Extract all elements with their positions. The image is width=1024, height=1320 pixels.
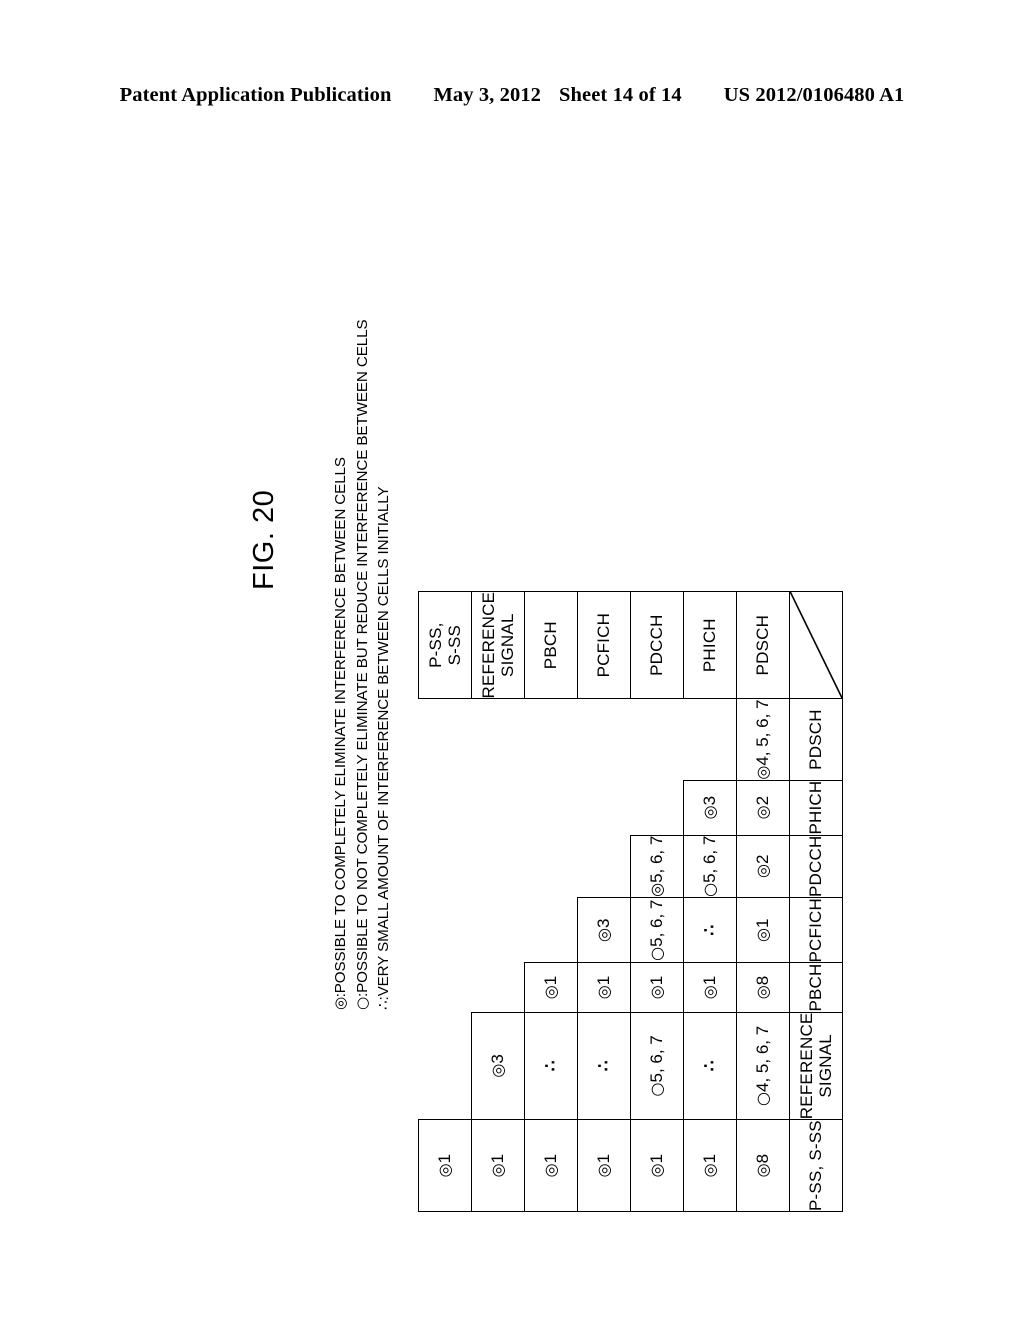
interference-matrix-table: ◎1 P-SS, S-SS ◎1 ◎3 REFERENCE SIGNAL ◎1 ∴ ◎1 PBCH ◎… [418, 591, 843, 1212]
matrix-cell: ◎1 [630, 1119, 684, 1212]
table-row: ◎1 P-SS, S-SS [418, 591, 472, 1212]
matrix-cell-empty [631, 699, 684, 780]
legend-text: VERY SMALL AMOUNT OF INTERFERENCE BETWEE… [375, 486, 392, 997]
matrix-cell: ◎3 [577, 897, 631, 963]
matrix-cell-empty [525, 699, 578, 780]
matrix-cell: ◎8 [736, 962, 790, 1013]
publication-date: May 3, 2012 [433, 84, 542, 106]
matrix-cell-empty [631, 780, 684, 835]
matrix-cell-empty [578, 780, 631, 835]
table-row: ◎1 ◎3 REFERENCE SIGNAL [471, 591, 525, 1212]
table-corner-cell [789, 591, 843, 699]
legend-separator: : [332, 993, 349, 998]
matrix-cell: ○4, 5, 6, 7 [736, 1012, 790, 1120]
column-header-p-ss-s-ss: P-SS, S-SS [789, 1119, 843, 1212]
row-header-pdcch: PDCCH [630, 591, 684, 699]
matrix-grid: ◎1 P-SS, S-SS ◎1 ◎3 REFERENCE SIGNAL ◎1 ∴ ◎1 PBCH ◎… [418, 591, 843, 1212]
matrix-cell: ◎3 [683, 780, 737, 836]
legend-separator: : [375, 996, 392, 1001]
legend-separator: : [353, 992, 371, 997]
matrix-cell-empty [419, 963, 472, 1012]
column-header-pbch: PBCH [789, 962, 843, 1013]
matrix-cell-empty [472, 699, 525, 780]
matrix-cell-empty [472, 780, 525, 835]
matrix-cell: ◎1 [577, 1119, 631, 1212]
matrix-cell: ◎1 [524, 1119, 578, 1212]
legend-text: POSSIBLE TO COMPLETELY ELIMINATE INTERFE… [332, 457, 349, 994]
legend-item: ∴:VERY SMALL AMOUNT OF INTERFERENCE BETW… [373, 319, 395, 1010]
matrix-cell: ◎1 [683, 962, 737, 1013]
publication-label: Patent Application Publication [119, 84, 392, 106]
matrix-cell-empty [578, 699, 631, 780]
column-header-pcfich: PCFICH [789, 897, 843, 963]
matrix-cell: ∴ [524, 1012, 578, 1120]
matrix-cell-empty [419, 898, 472, 963]
matrix-cell: ◎1 [736, 897, 790, 963]
legend-text: POSSIBLE TO NOT COMPLETELY ELIMINATE BUT… [353, 319, 371, 993]
matrix-cell: ◎2 [736, 835, 790, 898]
matrix-cell: ○5, 6, 7 [630, 1012, 684, 1120]
figure-legend: ◎:POSSIBLE TO COMPLETELY ELIMINATE INTER… [330, 319, 395, 1010]
matrix-cell-empty [472, 963, 525, 1012]
matrix-cell: ◎1 [577, 962, 631, 1013]
matrix-cell: ◎1 [418, 1119, 472, 1212]
figure-title: FIG. 20 [248, 489, 280, 590]
matrix-cell-empty [525, 898, 578, 963]
matrix-cell: ◎1 [630, 962, 684, 1013]
matrix-cell-empty [419, 835, 472, 897]
row-header-pcfich: PCFICH [577, 591, 631, 699]
matrix-cell: ◎1 [524, 962, 578, 1013]
matrix-cell-empty [684, 699, 737, 780]
matrix-cell-empty [472, 898, 525, 963]
matrix-cell: ∴ [577, 1012, 631, 1120]
circle-icon: ○ [352, 997, 371, 1010]
diagonal-divider-icon [790, 592, 842, 699]
row-header-phich: PHICH [683, 591, 737, 699]
sheet-number: Sheet 14 of 14 [559, 84, 682, 106]
matrix-cell: ◎4, 5, 6, 7 [736, 699, 790, 781]
column-header-pdcch: PDCCH [789, 835, 843, 898]
matrix-cell: ◎5, 6, 7 [630, 835, 684, 898]
table-header-row: P-SS, S-SS REFERENCE SIGNAL PBCH PCFICH PDCCH… [789, 591, 843, 1212]
legend-item: ◎:POSSIBLE TO COMPLETELY ELIMINATE INTER… [330, 319, 352, 1010]
matrix-cell-empty [419, 1012, 472, 1120]
legend-item: ○:POSSIBLE TO NOT COMPLETELY ELIMINATE B… [352, 319, 374, 1010]
table-row: ◎1 ∴ ◎1 ∴ ○5, 6, 7 ◎3 PHICH [683, 591, 737, 1212]
matrix-cell: ◎1 [683, 1119, 737, 1212]
row-header-pbch: PBCH [524, 591, 578, 699]
row-header-reference-signal: REFERENCE SIGNAL [471, 591, 525, 699]
matrix-cell-empty [419, 699, 472, 780]
page-header: Patent Application Publication May 3, 20… [0, 84, 1024, 107]
therefore-icon: ∴ [374, 1000, 392, 1010]
row-header-pdsch: PDSCH [736, 591, 790, 699]
matrix-cell: ∴ [683, 1012, 737, 1120]
column-header-reference-signal: REFERENCE SIGNAL [789, 1012, 843, 1120]
matrix-cell-empty [472, 835, 525, 897]
column-header-pdsch: PDSCH [789, 699, 843, 781]
table-row: ◎1 ∴ ◎1 PBCH [524, 591, 578, 1212]
matrix-cell-empty [525, 780, 578, 835]
matrix-cell: ○5, 6, 7 [683, 835, 737, 898]
double-circle-icon: ◎ [331, 997, 349, 1010]
matrix-cell: ○5, 6, 7 [630, 897, 684, 963]
row-header-p-ss-s-ss: P-SS, S-SS [418, 591, 472, 699]
table-row: ◎1 ∴ ◎1 ◎3 PCFICH [577, 591, 631, 1212]
matrix-cell: ∴ [683, 897, 737, 963]
matrix-cell: ◎3 [471, 1012, 525, 1120]
column-header-phich: PHICH [789, 780, 843, 836]
matrix-cell-empty [578, 835, 631, 897]
table-row: ◎8 ○4, 5, 6, 7 ◎8 ◎1 ◎2 ◎2 ◎4, 5, 6, 7 PDSCH [736, 591, 790, 1212]
matrix-cell-empty [525, 835, 578, 897]
matrix-cell-empty [419, 780, 472, 835]
table-row: ◎1 ○5, 6, 7 ◎1 ○5, 6, 7 ◎5, 6, 7 PDCCH [630, 591, 684, 1212]
matrix-cell: ◎8 [736, 1119, 790, 1212]
matrix-cell: ◎1 [471, 1119, 525, 1212]
matrix-cell: ◎2 [736, 780, 790, 836]
patent-number: US 2012/0106480 A1 [723, 84, 905, 106]
